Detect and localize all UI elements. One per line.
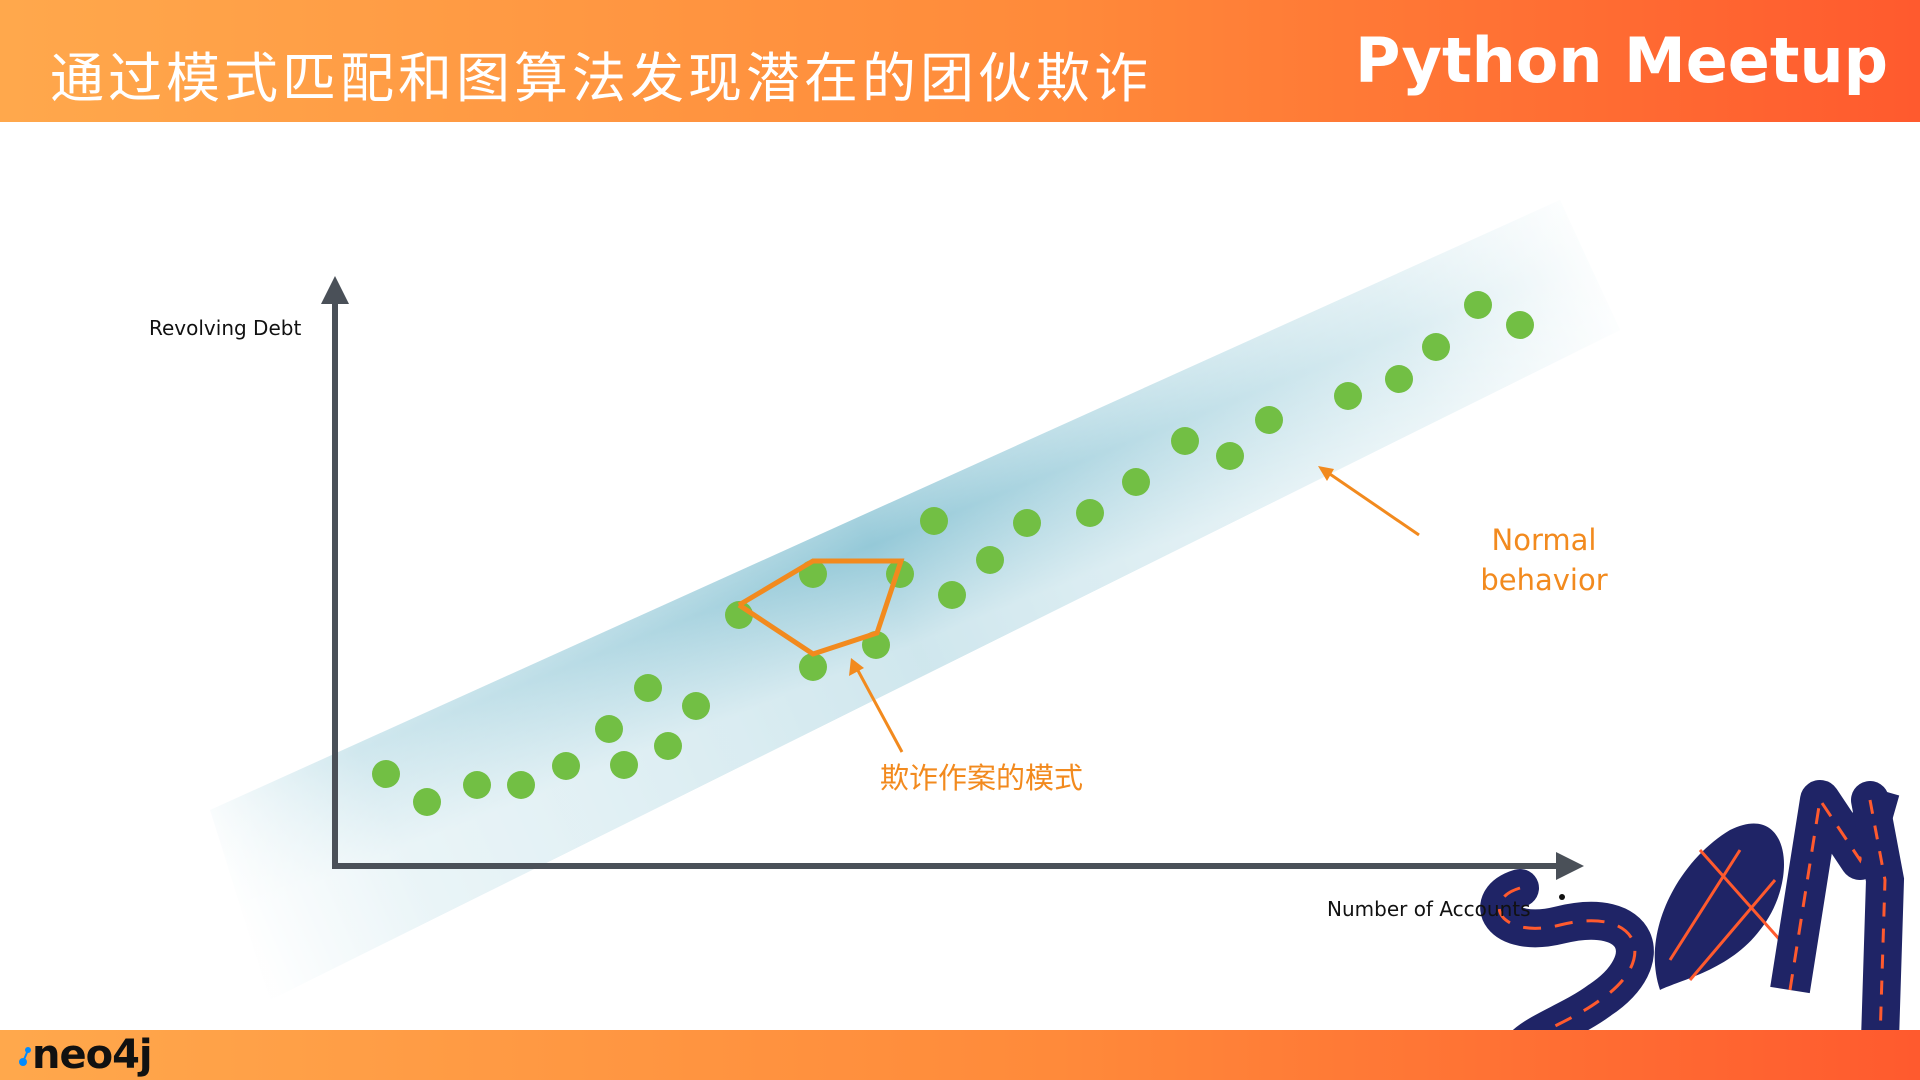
scatter-point-22 xyxy=(1171,427,1199,455)
scatter-point-10 xyxy=(682,692,710,720)
scatter-point-21 xyxy=(1122,468,1150,496)
scatter-point-7 xyxy=(610,751,638,779)
scatter-point-4 xyxy=(507,771,535,799)
normal-behavior-line2: behavior xyxy=(1480,563,1608,597)
fraud-scatter-diagram: 2021 xyxy=(210,200,1905,1080)
x-axis-arrowhead xyxy=(1556,852,1584,880)
scatter-point-13 xyxy=(799,653,827,681)
normal-behavior-label: Normal behavior xyxy=(1464,520,1624,600)
normal-behavior-arrow xyxy=(1318,466,1420,537)
scatter-point-26 xyxy=(1385,365,1413,393)
scatter-point-5 xyxy=(552,752,580,780)
scatter-point-1 xyxy=(372,760,400,788)
scatter-point-27 xyxy=(1422,333,1450,361)
scatter-point-25 xyxy=(1334,382,1362,410)
neo4j-nodes-icon xyxy=(19,1047,31,1066)
neo4j-logo: neo4j xyxy=(18,1032,153,1078)
scatter-point-23 xyxy=(1216,442,1244,470)
scatter-point-8 xyxy=(634,674,662,702)
x-axis-label: Number of Accounts xyxy=(1327,897,1531,921)
scatter-point-9 xyxy=(654,732,682,760)
scatter-point-16 xyxy=(920,507,948,535)
neo4j-logo-text: neo4j xyxy=(32,1032,153,1078)
scatter-point-6 xyxy=(595,715,623,743)
fraud-pattern-label: 欺诈作案的模式 xyxy=(880,761,1084,795)
normal-behavior-band-edge xyxy=(210,200,1620,1000)
scatter-point-28 xyxy=(1464,291,1492,319)
scatter-point-20 xyxy=(1076,499,1104,527)
scatter-point-2 xyxy=(413,788,441,816)
scatter-point-18 xyxy=(976,546,1004,574)
footer-bar xyxy=(0,1030,1920,1080)
scatter-point-17 xyxy=(938,581,966,609)
y-axis-arrowhead xyxy=(321,276,349,304)
y-axis-label: Revolving Debt xyxy=(149,316,302,340)
scatter-point-24 xyxy=(1255,406,1283,434)
scatter-point-3 xyxy=(463,771,491,799)
scatter-point-19 xyxy=(1013,509,1041,537)
scatter-point-29 xyxy=(1506,311,1534,339)
normal-behavior-line1: Normal xyxy=(1491,523,1597,557)
